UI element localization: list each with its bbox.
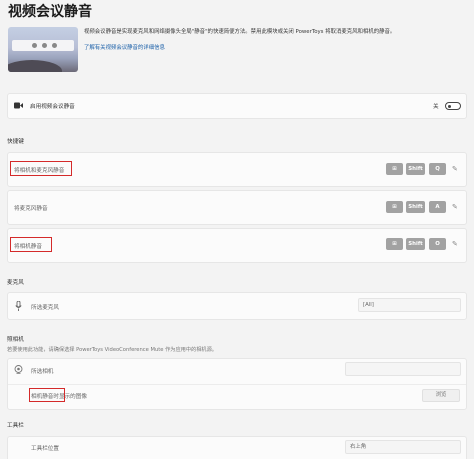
toolbar-position-select[interactable]: 右上角 [345, 440, 461, 454]
enable-state-text: 关 [433, 104, 439, 110]
microphone-select[interactable]: [All] [358, 298, 461, 312]
key-win: ⊞ [386, 201, 403, 213]
hero-image [8, 27, 78, 72]
camera-note: 若要使用此功能，请确保选择 PowerToys VideoConference … [7, 347, 217, 353]
edit-pencil-icon[interactable]: ✎ [452, 202, 458, 212]
key-o: O [429, 238, 446, 250]
camera-label: 所选相机 [31, 369, 54, 375]
key-shift: Shift [406, 201, 425, 213]
camera-dot-icon [42, 43, 47, 48]
key-win: ⊞ [386, 163, 403, 175]
toolbar-section-title: 工具栏 [7, 423, 24, 429]
toolbar-position-label: 工具栏位置 [31, 446, 59, 452]
edit-pencil-icon[interactable]: ✎ [452, 164, 458, 174]
shortcut-label-mute-mic: 将麦克风静音 [14, 206, 48, 212]
highlight-box [10, 161, 72, 176]
key-shift: Shift [406, 238, 425, 250]
key-a: A [429, 201, 446, 213]
hero-hill [8, 60, 62, 72]
highlight-box [10, 237, 52, 252]
microphone-label: 所选麦克风 [31, 305, 59, 311]
shortcuts-section-title: 快捷键 [7, 139, 24, 145]
hero-toolbar [12, 40, 74, 51]
toggle-knob [448, 104, 451, 108]
settings-dot-icon [52, 43, 57, 48]
key-q: Q [429, 163, 446, 175]
key-win: ⊞ [386, 238, 403, 250]
edit-pencil-icon[interactable]: ✎ [452, 239, 458, 249]
video-camera-icon [14, 102, 23, 109]
enable-card [7, 93, 467, 119]
camera-icon [14, 365, 23, 374]
key-shift: Shift [406, 163, 425, 175]
microphone-section-title: 麦克风 [7, 280, 24, 286]
camera-card-divider [8, 384, 466, 385]
enable-toggle[interactable] [445, 102, 461, 110]
module-description: 视频会议静音是实现麦克风和网络摄像头全局"静音"的快速简便方法。禁用此模块或关闭… [84, 29, 396, 35]
mic-dot-icon [32, 43, 37, 48]
learn-more-link[interactable]: 了解有关视频会议静音的详细信息 [84, 43, 165, 51]
highlight-box [29, 388, 65, 402]
microphone-icon [15, 301, 22, 311]
camera-select[interactable] [345, 362, 461, 376]
browse-button[interactable]: 浏览 [422, 389, 460, 402]
enable-label: 启用视频会议静音 [30, 104, 75, 110]
camera-section-title: 照相机 [7, 337, 24, 343]
page-title: 视频会议静音 [8, 4, 92, 20]
